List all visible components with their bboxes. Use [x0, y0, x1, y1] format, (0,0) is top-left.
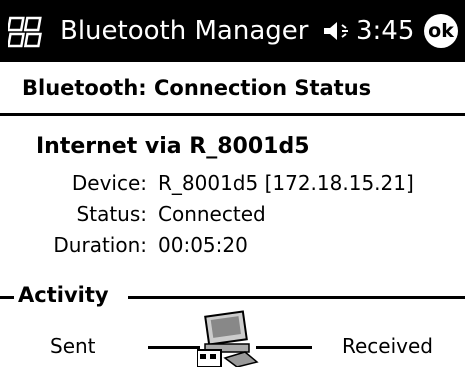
- device-row: Device: R_8001d5 [172.18.15.21]: [0, 169, 465, 197]
- clock[interactable]: 3:45: [356, 14, 414, 48]
- computer-icon: [197, 310, 259, 367]
- connection-name: Internet via R_8001d5: [36, 134, 310, 159]
- device-value: R_8001d5 [172.18.15.21]: [158, 171, 414, 195]
- activity-title: Activity: [18, 283, 109, 307]
- speaker-icon[interactable]: [322, 19, 352, 43]
- status-row: Status: Connected: [0, 200, 465, 228]
- activity-divider-right: [128, 296, 465, 299]
- app-title: Bluetooth Manager: [60, 16, 309, 46]
- ok-button[interactable]: ok: [424, 14, 458, 48]
- status-value: Connected: [158, 202, 266, 226]
- activity-divider-left: [0, 296, 14, 299]
- duration-row: Duration: 00:05:20: [0, 231, 465, 259]
- page-title: Bluetooth: Connection Status: [22, 76, 372, 100]
- status-label: Status:: [76, 202, 147, 226]
- title-bar: Bluetooth Manager 3:45 ok: [0, 0, 465, 62]
- received-label: Received: [342, 334, 433, 358]
- sent-link-line: [148, 346, 200, 349]
- sent-label: Sent: [50, 334, 96, 358]
- header-divider: [0, 113, 465, 116]
- duration-label: Duration:: [53, 233, 147, 257]
- device-label: Device:: [71, 171, 147, 195]
- windows-flag-icon[interactable]: [8, 14, 44, 50]
- duration-value: 00:05:20: [158, 233, 248, 257]
- received-link-line: [256, 346, 312, 349]
